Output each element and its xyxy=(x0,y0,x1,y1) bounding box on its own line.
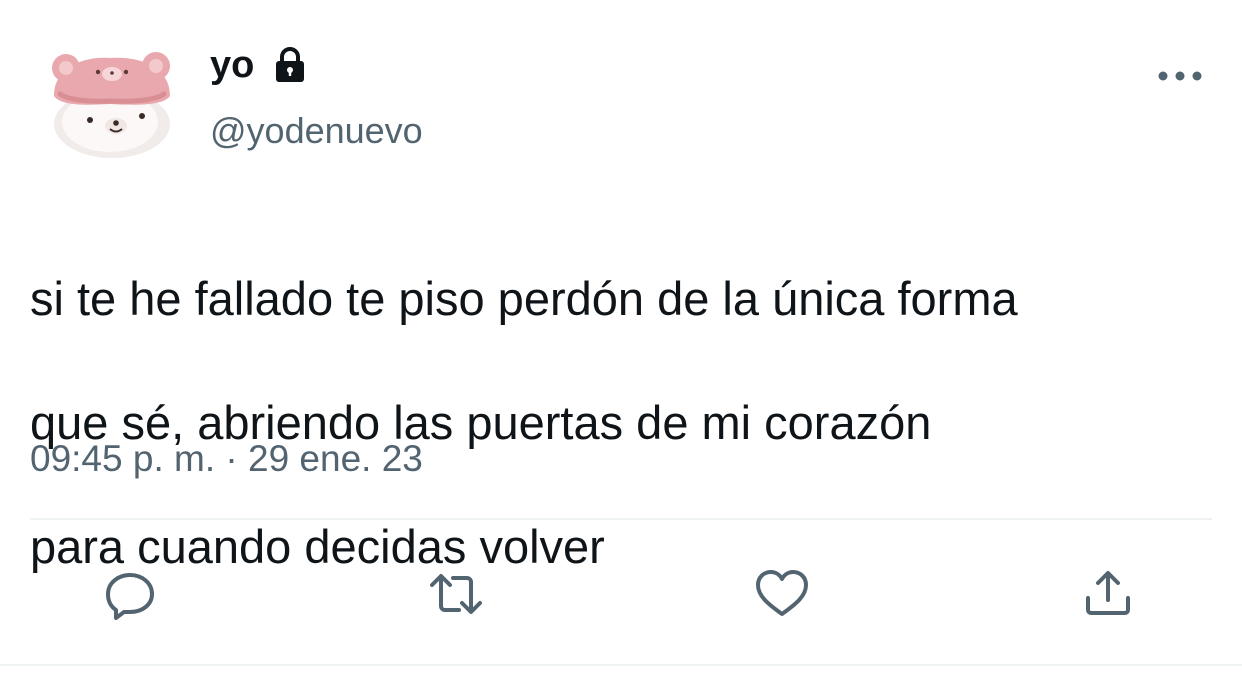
reply-icon xyxy=(106,573,154,620)
share-icon xyxy=(1086,571,1130,615)
tweet-text: si te he fallado te piso perdón de la ún… xyxy=(30,206,1230,640)
user-handle[interactable]: @yodenuevo xyxy=(210,110,423,152)
heart-icon xyxy=(756,570,808,616)
tweet-text-line: si te he fallado te piso perdón de la ún… xyxy=(30,272,1018,325)
bottom-divider xyxy=(0,664,1242,666)
avatar[interactable] xyxy=(46,44,174,162)
avatar-image xyxy=(52,52,170,158)
more-horizontal-icon xyxy=(1158,71,1202,81)
name-row: yo xyxy=(210,42,310,88)
lock-icon xyxy=(270,45,310,85)
divider xyxy=(30,518,1212,520)
tweet-timestamp[interactable]: 09:45 p. m. · 29 ene. 23 xyxy=(30,438,423,480)
more-options-button[interactable] xyxy=(1152,58,1208,94)
retweet-icon xyxy=(430,574,482,614)
reply-button[interactable] xyxy=(102,566,158,622)
like-button[interactable] xyxy=(754,566,810,622)
retweet-button[interactable] xyxy=(428,566,484,622)
tweet-card: yo @yodenuevo si te he fallado te piso p… xyxy=(0,0,1242,684)
tweet-text-line: para cuando decidas volver xyxy=(30,520,605,573)
share-button[interactable] xyxy=(1080,566,1136,622)
display-name[interactable]: yo xyxy=(210,44,254,87)
